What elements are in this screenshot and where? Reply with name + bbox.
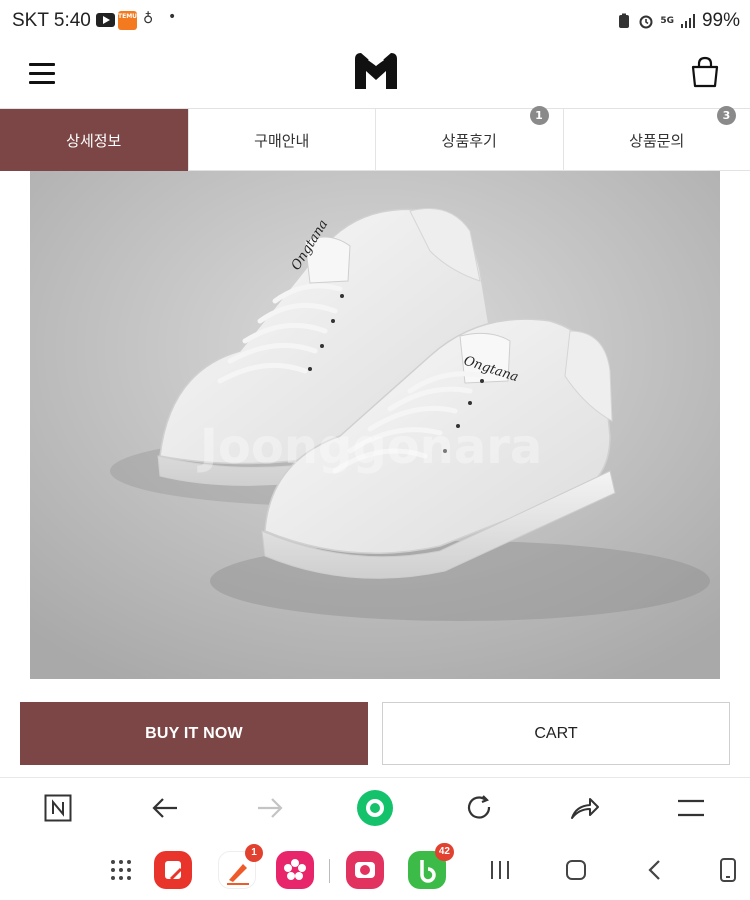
product-image: Ongtana Ongtana Joonggonara bbox=[30, 171, 720, 679]
tab-details[interactable]: 상세정보 bbox=[0, 109, 188, 171]
home-icon[interactable] bbox=[561, 855, 591, 885]
lock-battery-icon bbox=[619, 13, 630, 28]
signal-icon bbox=[680, 14, 695, 28]
status-bar: SKT 5:40 TEMU ♁ • 5G 99% bbox=[0, 0, 750, 42]
flower-app-icon[interactable] bbox=[276, 851, 314, 889]
temu-icon: TEMU bbox=[118, 11, 137, 30]
notes-app-icon[interactable] bbox=[154, 851, 192, 889]
back-nav-icon[interactable] bbox=[640, 855, 670, 885]
product-tabs: 상세정보 구매안내 상품후기 1 상품문의 3 bbox=[0, 106, 750, 171]
status-right-group: 5G 99% bbox=[616, 9, 740, 33]
buy-now-button[interactable]: BUY IT NOW bbox=[20, 702, 368, 765]
tab-label: 구매안내 bbox=[254, 131, 310, 150]
tab-label: 상세정보 bbox=[66, 131, 122, 150]
shopping-bag-icon[interactable] bbox=[690, 56, 720, 88]
network-type: 5G bbox=[660, 15, 674, 26]
tab-qna[interactable]: 상품문의 3 bbox=[562, 106, 750, 171]
tab-label: 상품후기 bbox=[441, 131, 497, 150]
review-count-badge: 1 bbox=[529, 106, 549, 125]
tab-label: 상품문의 bbox=[629, 131, 685, 150]
alarm-icon bbox=[639, 15, 653, 29]
back-arrow-icon[interactable] bbox=[147, 790, 183, 826]
temu-label: TEMU bbox=[118, 13, 138, 20]
youtube-icon bbox=[96, 13, 115, 27]
notification-badge: 1 bbox=[245, 844, 263, 862]
qna-count-badge: 3 bbox=[717, 106, 736, 125]
status-time: SKT 5:40 bbox=[12, 10, 91, 31]
system-dock: 1 42 bbox=[0, 839, 750, 900]
naver-green-home-icon[interactable] bbox=[357, 790, 393, 826]
phone-screen-icon[interactable] bbox=[713, 855, 743, 885]
band-app-icon[interactable]: 42 bbox=[408, 843, 454, 889]
naver-icon[interactable] bbox=[40, 790, 76, 826]
recent-apps-icon[interactable] bbox=[485, 855, 515, 885]
menu-icon[interactable] bbox=[29, 63, 55, 85]
pen-app-icon[interactable]: 1 bbox=[218, 844, 263, 889]
app-drawer-icon[interactable] bbox=[106, 855, 136, 885]
camera-app-icon[interactable] bbox=[346, 851, 384, 889]
refresh-icon[interactable] bbox=[462, 790, 498, 826]
forward-arrow-icon[interactable] bbox=[252, 790, 288, 826]
dock-divider bbox=[329, 859, 330, 883]
share-icon[interactable] bbox=[567, 790, 603, 826]
browser-toolbar bbox=[0, 777, 750, 839]
thread-icon: ♁ bbox=[143, 11, 154, 27]
battery-level: 99% bbox=[701, 10, 740, 31]
notification-badge: 42 bbox=[434, 843, 454, 861]
tab-purchase-guide[interactable]: 구매안내 bbox=[187, 109, 376, 171]
brand-logo[interactable] bbox=[355, 53, 397, 89]
watermark-text: Joonggonara bbox=[197, 419, 542, 475]
site-header bbox=[0, 42, 750, 108]
add-to-cart-button[interactable]: CART bbox=[382, 702, 730, 765]
tab-reviews[interactable]: 상품후기 1 bbox=[375, 106, 563, 171]
dot-icon: • bbox=[168, 9, 177, 25]
hamburger-menu-icon[interactable] bbox=[673, 790, 709, 826]
